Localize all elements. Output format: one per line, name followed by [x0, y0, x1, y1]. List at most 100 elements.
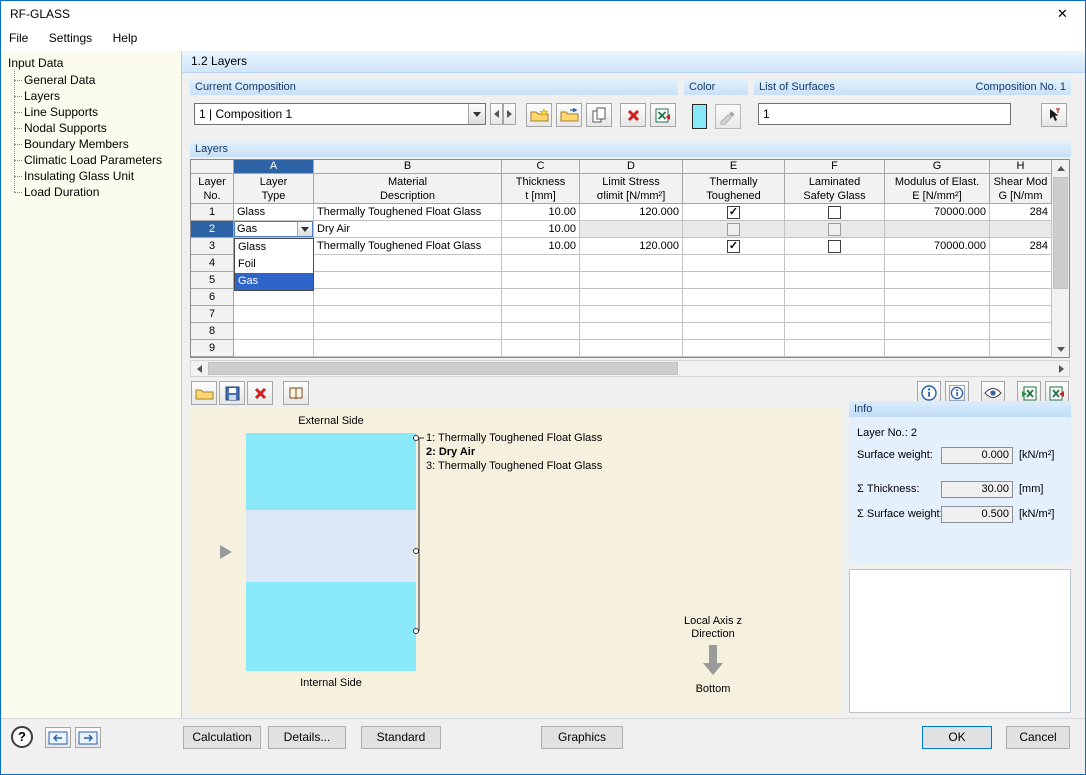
row-number[interactable]: 7 — [191, 306, 234, 323]
cell-layer-type[interactable]: Glass — [234, 204, 314, 221]
tree-root-input-data[interactable]: Input Data — [1, 51, 181, 72]
column-letter-e[interactable]: E — [683, 160, 785, 174]
chevron-down-icon[interactable] — [297, 222, 312, 236]
cell-material-description[interactable] — [314, 272, 502, 289]
previous-window-button[interactable] — [45, 727, 71, 748]
next-composition-button[interactable] — [503, 103, 516, 125]
cell-layer-type[interactable] — [234, 323, 314, 340]
column-letter-h[interactable]: H — [990, 160, 1052, 174]
laminated-safety-glass-checkbox[interactable] — [828, 206, 841, 219]
ok-button[interactable]: OK — [922, 726, 992, 749]
column-letter-b[interactable]: B — [314, 160, 502, 174]
new-composition-button[interactable] — [526, 103, 552, 127]
sidebar-item-line-supports[interactable]: Line Supports — [24, 104, 181, 120]
cell-thermally-toughened[interactable] — [683, 340, 785, 357]
table-corner[interactable] — [191, 160, 234, 174]
previous-composition-button[interactable] — [490, 103, 503, 125]
cell-modulus[interactable] — [885, 306, 990, 323]
dropdown-option-gas[interactable]: Gas — [235, 273, 313, 290]
cell-modulus[interactable] — [885, 289, 990, 306]
sidebar-item-boundary-members[interactable]: Boundary Members — [24, 136, 181, 152]
cell-thickness[interactable]: 10.00 — [502, 204, 580, 221]
cell-material-description[interactable] — [314, 340, 502, 357]
cell-modulus[interactable] — [885, 323, 990, 340]
row-number[interactable]: 1 — [191, 204, 234, 221]
cell-limit-stress[interactable]: 120.000 — [580, 204, 683, 221]
calculation-button[interactable]: Calculation — [183, 726, 261, 749]
cell-modulus[interactable]: 70000.000 — [885, 238, 990, 255]
cell-thickness[interactable] — [502, 306, 580, 323]
scroll-up-button[interactable] — [1052, 160, 1069, 176]
composition-select[interactable]: 1 | Composition 1 — [194, 103, 486, 125]
cell-thermally-toughened[interactable] — [683, 255, 785, 272]
delete-rows-button[interactable] — [247, 381, 273, 405]
cell-limit-stress[interactable] — [580, 289, 683, 306]
sidebar-item-insulating-glass-unit[interactable]: Insulating Glass Unit — [24, 168, 181, 184]
cell-material-description[interactable]: Dry Air — [314, 221, 502, 238]
row-number[interactable]: 5 — [191, 272, 234, 289]
cell-limit-stress[interactable] — [580, 272, 683, 289]
row-number[interactable]: 8 — [191, 323, 234, 340]
dropdown-option-foil[interactable]: Foil — [235, 256, 313, 273]
surfaces-list-input[interactable]: 1 — [758, 103, 1011, 125]
cell-thermally-toughened[interactable] — [683, 306, 785, 323]
cell-thickness[interactable] — [502, 272, 580, 289]
cell-limit-stress[interactable] — [580, 255, 683, 272]
cell-thickness[interactable] — [502, 255, 580, 272]
cell-thickness[interactable] — [502, 323, 580, 340]
column-letter-c[interactable]: C — [502, 160, 580, 174]
composition-color-swatch[interactable] — [692, 104, 707, 129]
cell-thickness[interactable]: 10.00 — [502, 221, 580, 238]
menu-file[interactable]: File — [1, 27, 36, 51]
cancel-button[interactable]: Cancel — [1006, 726, 1070, 749]
cell-thermally-toughened[interactable] — [683, 289, 785, 306]
cell-laminated-safety-glass[interactable] — [785, 289, 885, 306]
cell-material-description[interactable]: Thermally Toughened Float Glass — [314, 238, 502, 255]
laminated-safety-glass-checkbox[interactable] — [828, 240, 841, 253]
cell-laminated-safety-glass[interactable] — [785, 306, 885, 323]
cell-thermally-toughened[interactable] — [683, 323, 785, 340]
column-letter-d[interactable]: D — [580, 160, 683, 174]
delete-composition-button[interactable] — [620, 103, 646, 127]
cell-laminated-safety-glass[interactable] — [785, 255, 885, 272]
chevron-down-icon[interactable] — [468, 104, 485, 124]
sidebar-item-layers[interactable]: Layers — [24, 88, 181, 104]
row-number[interactable]: 9 — [191, 340, 234, 357]
vertical-scrollbar[interactable] — [1052, 160, 1069, 357]
thermally-toughened-checkbox[interactable]: ✓ — [727, 206, 740, 219]
scroll-right-button[interactable] — [1053, 361, 1069, 376]
sidebar-item-load-duration[interactable]: Load Duration — [24, 184, 181, 200]
cell-shear-modulus[interactable]: 284 — [990, 204, 1052, 221]
import-table-button[interactable] — [191, 381, 217, 405]
horizontal-scroll-thumb[interactable] — [208, 362, 678, 375]
sidebar-item-nodal-supports[interactable]: Nodal Supports — [24, 120, 181, 136]
layer-type-select[interactable]: Gas — [234, 221, 313, 237]
cell-limit-stress[interactable]: 120.000 — [580, 238, 683, 255]
row-number[interactable]: 2 — [191, 221, 234, 238]
excel-import-composition-button[interactable] — [650, 103, 676, 127]
scroll-down-button[interactable] — [1052, 341, 1069, 357]
thermally-toughened-checkbox[interactable]: ✓ — [727, 240, 740, 253]
titlebar[interactable]: RF-GLASS ✕ — [1, 1, 1085, 27]
graphics-button[interactable]: Graphics — [541, 726, 623, 749]
cell-shear-modulus[interactable] — [990, 323, 1052, 340]
dropdown-option-glass[interactable]: Glass — [235, 239, 313, 256]
cell-limit-stress[interactable] — [580, 306, 683, 323]
close-button[interactable]: ✕ — [1040, 1, 1085, 27]
horizontal-scrollbar[interactable] — [190, 360, 1070, 377]
menu-help[interactable]: Help — [105, 27, 146, 51]
column-letter-a[interactable]: A — [234, 160, 314, 174]
scroll-left-button[interactable] — [191, 361, 207, 376]
next-window-button[interactable] — [75, 727, 101, 748]
cell-thickness[interactable] — [502, 289, 580, 306]
column-letter-f[interactable]: F — [785, 160, 885, 174]
cell-material-description[interactable]: Thermally Toughened Float Glass — [314, 204, 502, 221]
cell-material-description[interactable] — [314, 255, 502, 272]
vertical-scroll-thumb[interactable] — [1053, 177, 1068, 289]
cell-material-description[interactable] — [314, 323, 502, 340]
cell-modulus[interactable] — [885, 255, 990, 272]
cell-shear-modulus[interactable] — [990, 306, 1052, 323]
cell-shear-modulus[interactable]: 284 — [990, 238, 1052, 255]
cell-limit-stress[interactable] — [580, 323, 683, 340]
cell-laminated-safety-glass[interactable] — [785, 323, 885, 340]
